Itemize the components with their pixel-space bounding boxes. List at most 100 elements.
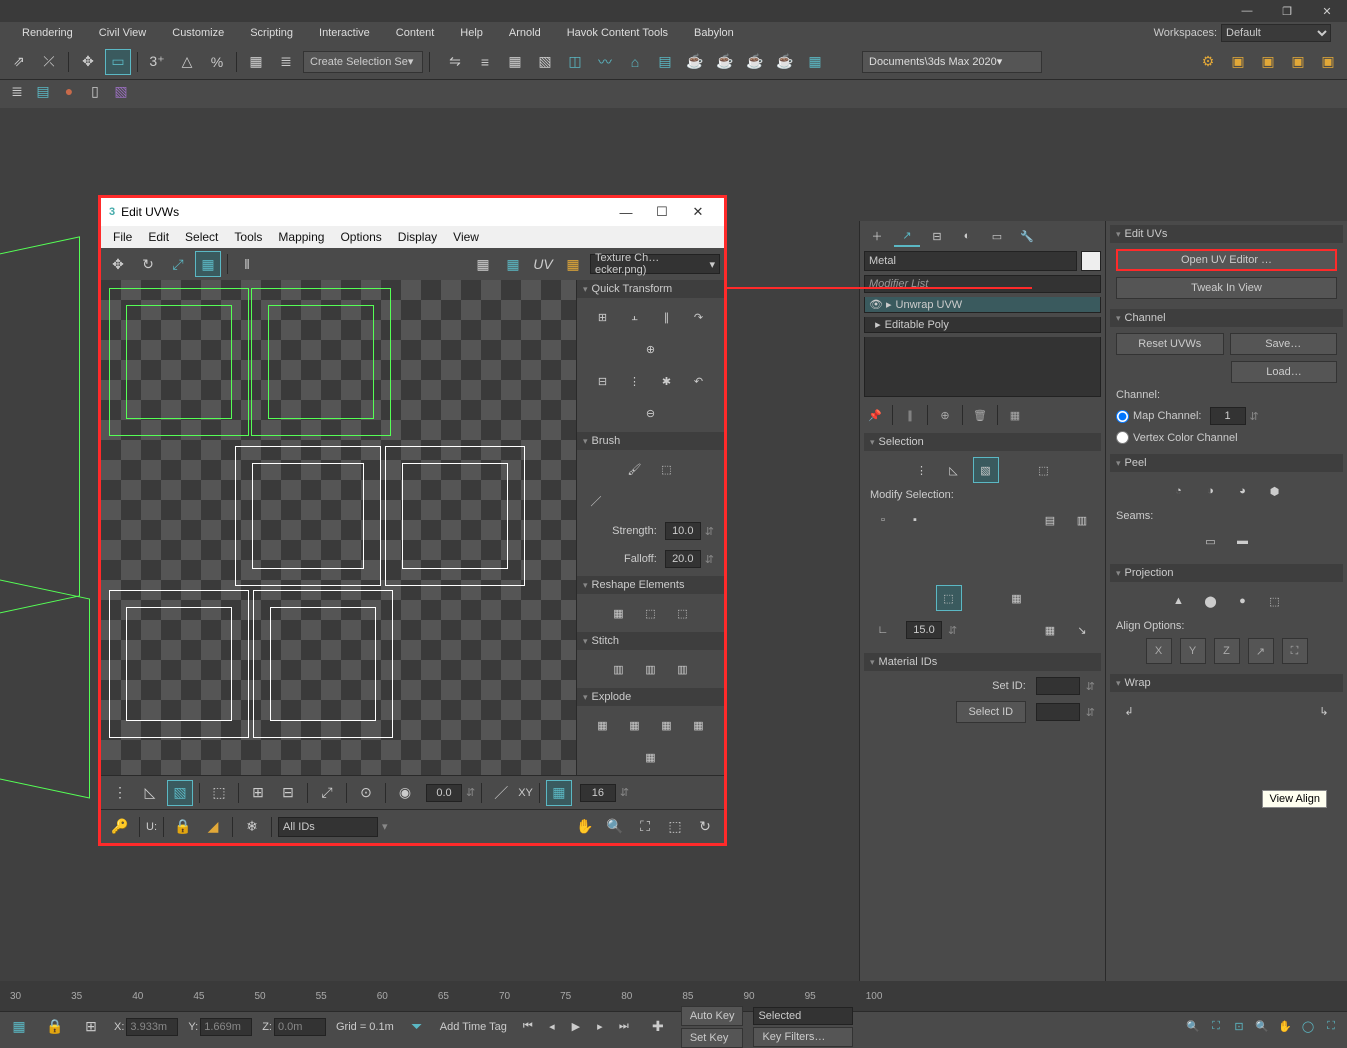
set-id-value[interactable] [1036,677,1080,695]
ignore-backfacing-icon[interactable]: ▦ [1037,617,1063,643]
close-button[interactable]: ✕ [1307,0,1347,22]
selection-set-combo[interactable]: Create Selection Se ▾ [303,51,423,73]
nav-max-icon[interactable]: ⛶ [1321,1017,1341,1037]
auto-key-button[interactable]: Auto Key [681,1006,744,1026]
array-icon[interactable]: ▦ [243,49,269,75]
teapot-iterate-icon[interactable]: ☕ [772,49,798,75]
stitch-1-icon[interactable]: ▥ [606,656,632,682]
hierarchy-tab[interactable]: ⊟ [924,225,950,247]
qt-rollout-head[interactable]: Quick Transform [577,280,724,298]
planar-proj-icon[interactable]: ▲ [1166,588,1192,614]
map-channel-radio[interactable] [1116,410,1129,423]
loop-icon[interactable]: ▥ [1069,507,1095,533]
select-id-button[interactable]: Select ID [956,701,1026,723]
create-tab[interactable]: ＋ [864,225,890,247]
stitch-rollout-head[interactable]: Stitch [577,632,724,650]
uv-move-icon[interactable]: ✥ [105,251,131,277]
reshape-2-icon[interactable]: ⬚ [638,600,664,626]
menu-arnold[interactable]: Arnold [497,24,553,42]
dlgmenu-display[interactable]: Display [390,228,445,246]
rollout-wrap-head[interactable]: Wrap [1110,674,1343,692]
layer-toggle-icon[interactable]: ▯ [84,80,106,102]
uv-zoomext-icon[interactable]: ⛶ [632,814,658,840]
slate-icon[interactable]: ▧ [532,49,558,75]
uv-pan2-icon[interactable]: ↻ [692,814,718,840]
explode-4-icon[interactable]: ▦ [686,712,712,738]
qt-3-icon[interactable]: ∥ [654,304,680,330]
tweak-in-view-button[interactable]: Tweak In View [1116,277,1337,299]
explode-5-icon[interactable]: ▦ [638,744,664,770]
snap-3d-icon[interactable]: 3⁺ [144,49,170,75]
modifier-stack[interactable] [864,337,1101,397]
viewport-layout2-icon[interactable]: ▣ [1255,49,1281,75]
planar-angle-icon[interactable]: ∟ [870,617,896,643]
reshape-3-icon[interactable]: ⬚ [670,600,696,626]
teapot-render-icon[interactable]: ☕ [682,49,708,75]
uv-lock-icon[interactable]: 🔒 [170,814,196,840]
peel-1-icon[interactable]: ◔ [1166,478,1192,504]
peel-3-icon[interactable]: ◕ [1230,478,1256,504]
pin-stack-icon[interactable]: 📌 [866,406,884,424]
stack-editable-poly[interactable]: ▸ Editable Poly [864,317,1101,333]
maximize-button[interactable]: ❐ [1267,0,1307,22]
uv-frame-icon[interactable]: ⬚ [662,814,688,840]
dlg-minimize-button[interactable]: — [608,199,644,225]
dlgmenu-mapping[interactable]: Mapping [270,228,332,246]
show-end-result-icon[interactable]: ∥ [901,406,919,424]
motion-tab[interactable]: ◐ [954,225,980,247]
uv-expand-icon[interactable]: ⤢ [314,780,340,806]
uv-grow-icon[interactable]: ⊞ [245,780,271,806]
qt-8-icon[interactable]: ✱ [654,368,680,394]
menu-interactive[interactable]: Interactive [307,24,382,42]
menu-customize[interactable]: Customize [160,24,236,42]
add-time-tag[interactable]: Add Time Tag [440,1021,507,1033]
nav-orbit-icon[interactable]: ◯ [1298,1017,1318,1037]
z-coord-field[interactable] [274,1018,326,1036]
display-tab[interactable]: ▭ [984,225,1010,247]
set-key-button[interactable]: Set Key [681,1028,744,1048]
align-x-button[interactable]: X [1146,638,1172,664]
x-coord-field[interactable] [126,1018,178,1036]
nav-pan-icon[interactable]: ✋ [1275,1017,1295,1037]
menu-help[interactable]: Help [448,24,495,42]
menu-rendering[interactable]: Rendering [10,24,85,42]
reset-uvws-button[interactable]: Reset UVWs [1116,333,1224,355]
explode-2-icon[interactable]: ▦ [622,712,648,738]
percent-snap-icon[interactable]: % [204,49,230,75]
layer-color-icon[interactable]: ● [58,80,80,102]
explode-3-icon[interactable]: ▦ [654,712,680,738]
uv-grid-toggle-icon[interactable]: ▦ [546,780,572,806]
uv-mirror-icon[interactable]: ‖ [234,251,260,277]
open-uv-editor-button[interactable]: Open UV Editor … [1116,249,1337,271]
select-by-angle-icon[interactable]: ↘ [1069,617,1095,643]
rollout-selection-head[interactable]: Selection [864,433,1101,451]
seam-1-icon[interactable]: ▭ [1198,528,1224,554]
select-rect-icon[interactable]: ▭ [105,49,131,75]
render-scene-icon[interactable]: ▦ [802,49,828,75]
lock-icon[interactable]: 🔒 [42,1014,68,1040]
object-color-swatch[interactable] [1081,251,1101,271]
rollout-channel-head[interactable]: Channel [1110,309,1343,327]
uv-mirror-icon2[interactable]: ／ [488,780,514,806]
viewport-layout4-icon[interactable]: ▣ [1315,49,1341,75]
planar-angle-value[interactable]: 15.0 [906,621,942,639]
peel-2-icon[interactable]: ◑ [1198,478,1224,504]
face-subobj-icon[interactable]: ▧ [973,457,999,483]
nav-zoom-icon[interactable]: 🔍 [1183,1017,1203,1037]
rollout-projection-head[interactable]: Projection [1110,564,1343,582]
uv-shrink-icon[interactable]: ⊟ [275,780,301,806]
brush-paint-icon[interactable]: 🖌 [622,456,648,482]
matlib-icon[interactable]: ▦ [502,49,528,75]
qt-5-icon[interactable]: ⊕ [638,336,664,362]
cylindrical-proj-icon[interactable]: ⬤ [1198,588,1224,614]
vertex-subobj-icon[interactable]: ⋮ [909,457,935,483]
uv-vertex-icon[interactable]: ⋮ [107,780,133,806]
dialog-title-bar[interactable]: 3 Edit UVWs — ☐ ✕ [101,198,724,226]
select-by-element-icon[interactable]: ⬚ [936,585,962,611]
teapot-last-icon[interactable]: ☕ [742,49,768,75]
curve-editor-icon[interactable]: 〰 [592,49,618,75]
angle-snap-icon[interactable]: △ [174,49,200,75]
mirror-icon[interactable]: ⇋ [442,49,468,75]
menu-civil-view[interactable]: Civil View [87,24,158,42]
brush-rollout-head[interactable]: Brush [577,432,724,450]
